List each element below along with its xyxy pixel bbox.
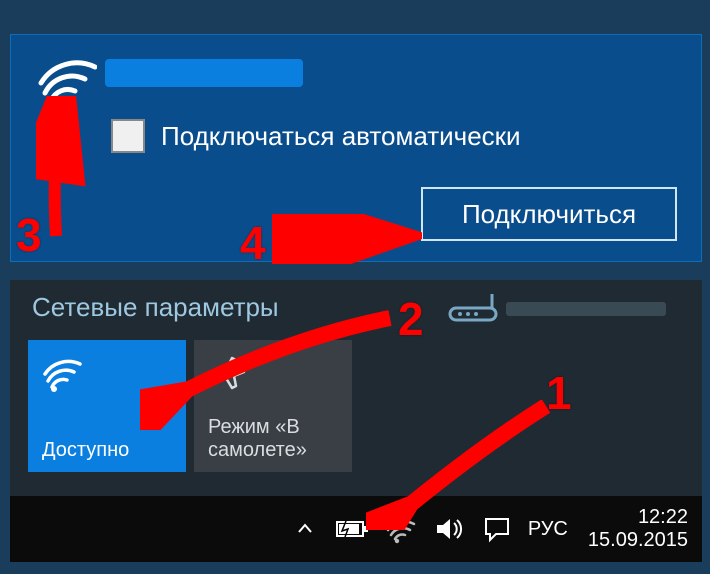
connect-button[interactable]: Подключиться: [421, 187, 677, 241]
connect-button-label: Подключиться: [462, 199, 636, 230]
wifi-icon: [42, 352, 82, 392]
annotation-3: 3: [16, 208, 42, 262]
volume-icon[interactable]: [432, 512, 466, 546]
network-settings-title[interactable]: Сетевые параметры: [32, 292, 279, 323]
clock-date: 15.09.2015: [588, 529, 688, 552]
auto-connect-label: Подключаться автоматически: [161, 121, 521, 152]
auto-connect-checkbox[interactable]: [111, 119, 145, 153]
battery-icon[interactable]: [336, 512, 370, 546]
action-center-icon[interactable]: [480, 512, 514, 546]
annotation-2: 2: [398, 292, 424, 346]
clock[interactable]: 12:22 15.09.2015: [582, 506, 688, 552]
wifi-tile-label: Доступно: [42, 439, 176, 462]
network-name-redacted: [105, 59, 303, 87]
airplane-icon: [208, 352, 248, 392]
wifi-icon: [37, 49, 97, 109]
router-icon: [446, 294, 500, 322]
annotation-4: 4: [240, 216, 266, 270]
annotation-1: 1: [546, 366, 572, 420]
taskbar: * РУС 12:22 15.09.2015: [10, 496, 702, 562]
router-name-redacted: [506, 298, 686, 320]
network-flyout-selected: Подключаться автоматически Подключиться: [10, 34, 702, 262]
airplane-mode-tile[interactable]: Режим «В самолете»: [194, 340, 352, 472]
airplane-tile-label: Режим «В самолете»: [208, 416, 342, 462]
wifi-tile[interactable]: Доступно: [28, 340, 186, 472]
show-hidden-icons[interactable]: [288, 512, 322, 546]
auto-connect-row: Подключаться автоматически: [111, 119, 521, 153]
language-indicator[interactable]: РУС: [528, 518, 568, 541]
clock-time: 12:22: [588, 506, 688, 529]
network-flyout-bottom: Сетевые параметры Доступно: [10, 280, 702, 496]
network-tray-icon[interactable]: *: [384, 512, 418, 546]
